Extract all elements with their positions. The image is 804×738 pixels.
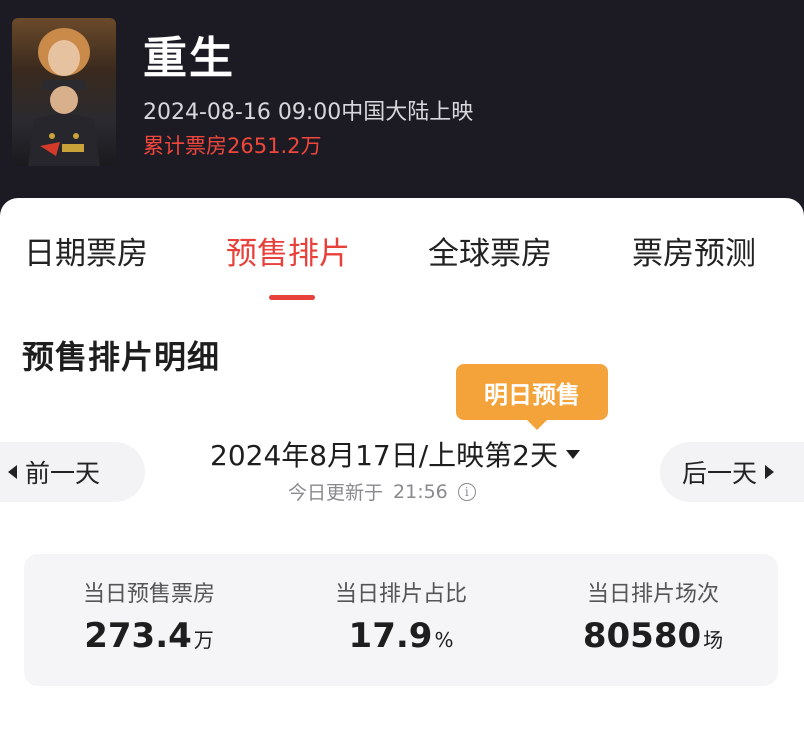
update-time: 21:56 [393,480,448,503]
tab-daily-box-office[interactable]: 日期票房 [24,228,148,273]
update-info: 今日更新于 21:56 i [288,478,476,505]
stat-value: 80580 场 [528,616,778,656]
stat-number: 80580 [582,616,702,656]
next-day-label: 后一天 [682,459,758,488]
tab-bar: 日期票房 预售排片 全球票房 票房预测 [0,228,804,278]
badge-pointer [527,420,547,430]
stat-label: 当日排片场次 [586,582,719,607]
prev-day-label: 前一天 [25,459,101,488]
tab-presale-schedule[interactable]: 预售排片 [226,228,350,273]
caret-left-icon [8,465,17,479]
stat-unit: % [434,628,454,652]
stat-label: 当日预售票房 [82,582,215,607]
stat-value: 273.4 万 [24,616,274,656]
tab-global-box-office[interactable]: 全球票房 [428,228,552,273]
release-info: 2024-08-16 09:00中国大陆上映 [143,100,474,125]
tab-box-office-forecast[interactable]: 票房预测 [632,228,756,273]
stat-unit: 万 [193,628,214,652]
movie-poster[interactable] [12,18,116,166]
stat-unit: 场 [703,628,724,652]
selected-date: 2024年8月17日/上映第2天 [210,439,558,472]
section-title: 预售排片明细 [22,338,221,376]
next-day-button[interactable]: 后一天 [660,442,804,502]
presale-badge: 明日预售 [456,364,608,420]
movie-title: 重生 [143,33,235,84]
stat-label: 当日排片占比 [334,582,467,607]
caret-right-icon [765,465,775,479]
update-label: 今日更新于 [288,482,384,504]
date-selector[interactable]: 2024年8月17日/上映第2天 [210,436,600,472]
active-tab-indicator [269,295,315,300]
movie-header: 重生 2024-08-16 09:00中国大陆上映 累计票房2651.2万 [0,0,804,205]
detail-card: 日期票房 预售排片 全球票房 票房预测 预售排片明细 明日预售 前一天 2024… [0,198,804,738]
info-icon[interactable]: i [457,482,476,501]
prev-day-button[interactable]: 前一天 [0,442,145,502]
caret-down-icon [565,449,580,459]
poster-art-icon [28,28,100,166]
stat-number: 273.4 [84,616,192,656]
box-office-total: 累计票房2651.2万 [143,134,322,158]
stat-value: 17.9% [276,616,526,656]
stats-panel: 当日预售票房 273.4 万 当日排片占比 17.9% 当日排片场次 80580 场 [24,554,778,686]
stat-number: 17.9 [348,616,433,656]
